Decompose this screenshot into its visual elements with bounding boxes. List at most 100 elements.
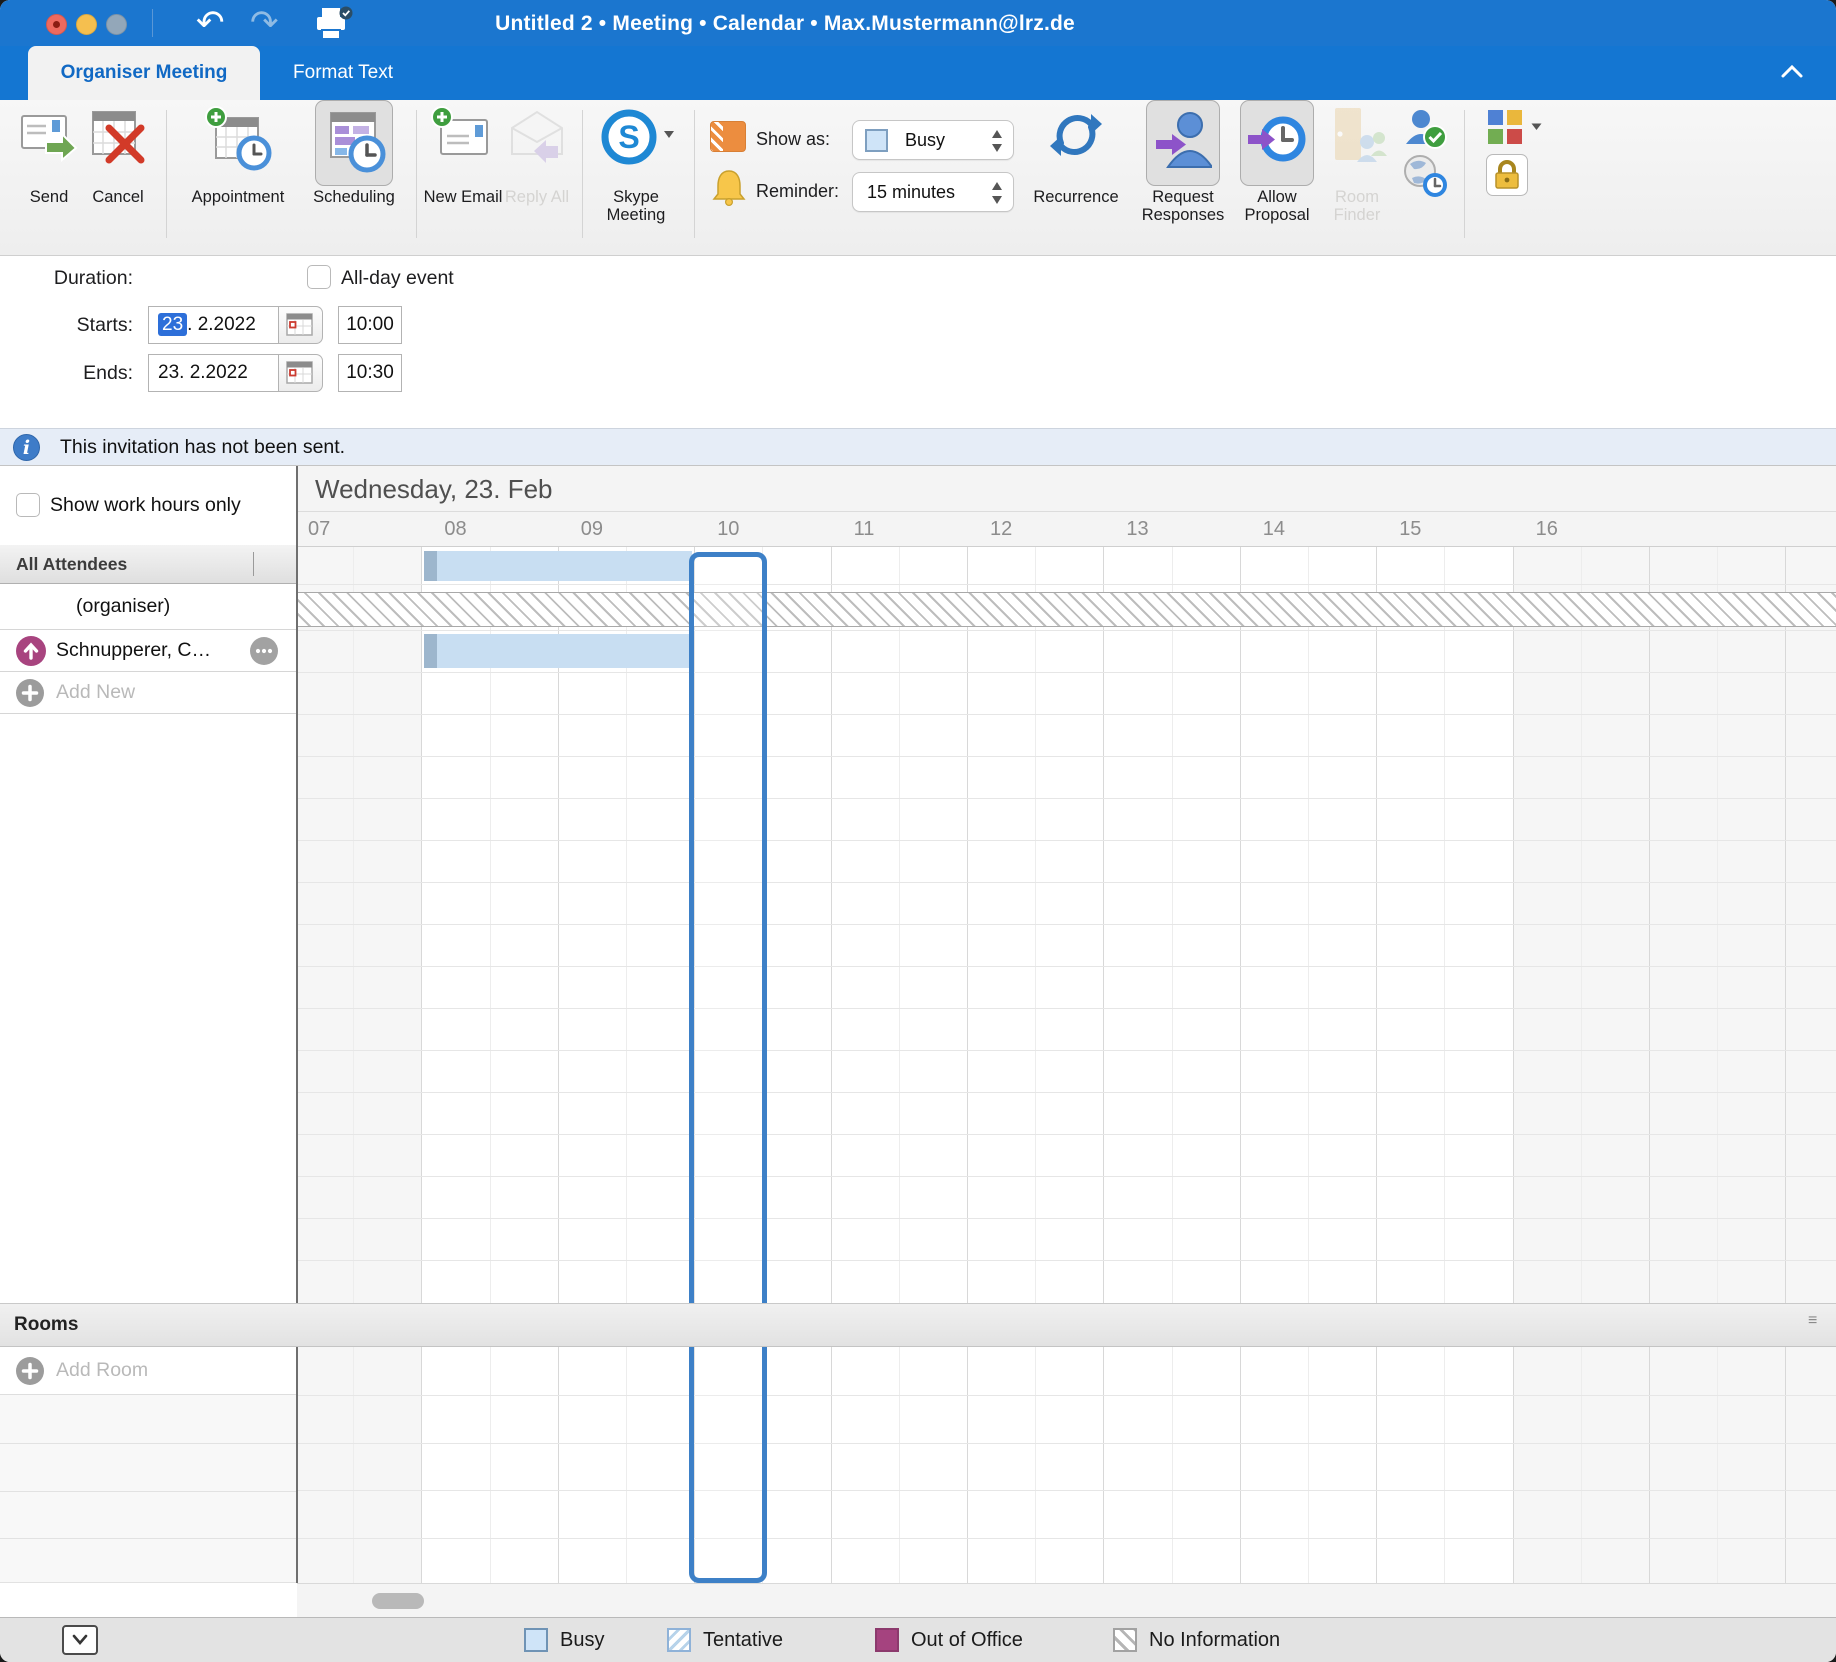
ends-time-field[interactable]: 10:30 [338,354,402,392]
scheduling-icon [321,109,387,180]
infobar-text: This invitation has not been sent. [60,429,345,466]
hour-gridline [1240,547,1241,1303]
hour-gridline [1103,547,1104,1303]
row-gridline [297,1134,1836,1135]
tab-organiser-meeting[interactable]: Organiser Meeting [28,46,260,100]
row-gridline [297,966,1836,967]
chevron-down-icon [64,1627,96,1653]
non-work-hours-shading [1513,547,1836,1303]
scrollbar-thumb[interactable] [372,1593,424,1609]
hour-gridline [558,1347,559,1583]
reminder-value: 15 minutes [867,173,955,211]
allow-proposal-button[interactable]: Allow Proposal [1238,100,1316,256]
request-responses-icon [1154,109,1212,176]
starts-time-field[interactable]: 10:00 [338,306,402,344]
titlebar: ↶ ↷ Untitled 2 • Meeting • Calendar • Ma… [0,0,1836,46]
skype-dropdown-arrow[interactable] [662,126,676,144]
add-attendee-plus-icon [16,679,44,707]
starts-day-selected: 23 [158,313,187,336]
starts-date-picker-button[interactable] [279,306,323,344]
horizontal-scrollbar[interactable] [297,1583,1836,1617]
tab-format-text[interactable]: Format Text [268,46,418,100]
starts-date-field[interactable]: 23. 2.2022 [148,306,279,344]
lock-icon [1487,155,1527,195]
add-room-row[interactable]: Add Room [0,1347,296,1395]
half-hour-gridline [1308,547,1309,1303]
legend-label: No Information [1149,1618,1280,1662]
attendee-row-organiser[interactable]: (organiser) [0,584,296,630]
categorize-grid-icon [1486,108,1524,146]
ribbon-tabbar: Organiser Meeting Format Text [0,46,1836,100]
recurrence-button[interactable]: Recurrence [1022,100,1130,256]
all-day-checkbox[interactable] [307,265,331,289]
attendee-status-icon[interactable] [1404,108,1448,157]
categorize-dropdown-arrow[interactable] [1530,118,1543,136]
no-information-band-organiser [297,592,1836,627]
send-button[interactable]: Send [16,100,82,256]
ends-date-picker-button[interactable] [279,354,323,392]
half-hour-gridline [1172,547,1173,1303]
scheduling-button[interactable]: Scheduling [302,100,406,256]
room-row-gridline [297,1395,1836,1396]
ends-date-field[interactable]: 23. 2.2022 [148,354,279,392]
request-responses-pressed-box [1146,100,1220,186]
cancel-button[interactable]: Cancel [86,100,150,256]
starts-date-rest: . 2.2022 [187,314,256,335]
request-responses-button[interactable]: Request Responses [1142,100,1224,256]
hour-axis: 07080910111213141516 [297,512,1836,547]
collapse-ribbon-button[interactable] [1778,62,1806,87]
day-header: Wednesday, 23. Feb [297,466,1836,512]
show-as-value: Busy [905,121,945,159]
ribbon-divider [1464,110,1465,238]
categorize-button[interactable] [1486,108,1524,151]
panel-grid-divider[interactable] [296,466,298,1583]
statusbar: BusyTentativeOut of OfficeNo Information [0,1617,1836,1662]
add-new-attendee-row[interactable]: Add New [0,672,296,714]
show-as-label: Show as: [756,129,830,150]
half-hour-gridline [899,1347,900,1583]
column-resize-handle[interactable] [253,552,254,576]
private-button[interactable] [1486,154,1528,196]
half-hour-gridline [490,1347,491,1583]
row-gridline [297,1092,1836,1093]
legend-label: Out of Office [911,1618,1023,1662]
attendees-panel: Show work hours only All Attendees (orga… [0,466,297,1617]
new-email-button[interactable]: New Email [428,100,498,256]
attendee-options-button[interactable] [250,637,278,665]
add-room-label: Add Room [56,1347,148,1394]
appointment-button[interactable]: Appointment [178,100,298,256]
expand-button[interactable] [62,1625,98,1655]
new-email-icon [431,106,495,171]
send-icon [18,106,80,169]
room-rows [0,1395,296,1583]
allow-proposal-icon [1247,109,1307,174]
stepper-arrows-icon[interactable] [990,180,1004,211]
time-zones-icon[interactable] [1402,154,1448,203]
selected-time-slot[interactable] [689,552,767,1583]
noinfo-legend-swatch-icon [1113,1628,1137,1652]
ribbon-divider [694,110,695,238]
room-finder-button: Room Finder [1322,100,1392,256]
ribbon-divider [166,110,167,238]
hour-label: 11 [854,512,875,546]
half-hour-gridline [1444,1347,1445,1583]
attendee-row-schnupperer[interactable]: Schnupperer, C… [0,630,296,672]
hour-label: 07 [308,512,330,546]
skype-icon: S [600,106,662,173]
reminder-select[interactable]: 15 minutes [852,172,1014,212]
skype-meeting-button[interactable]: S Skype Meeting [596,100,676,256]
stepper-arrows-icon[interactable] [990,128,1004,159]
grid-body[interactable] [297,547,1836,1583]
duration-label: Duration: [0,260,133,296]
chevron-up-icon [1778,62,1806,82]
half-hour-gridline [1717,1347,1718,1583]
row-gridline [297,1050,1836,1051]
meeting-properties: Duration: 30 minutes All-day event Start… [0,256,1836,428]
work-hours-checkbox[interactable] [16,493,40,517]
rooms-resize-grip[interactable]: ≡ [1808,1316,1826,1334]
hour-gridline [831,547,832,1303]
show-as-select[interactable]: Busy [852,120,1014,160]
row-gridline [297,1176,1836,1177]
hour-gridline [1513,1347,1514,1583]
required-attendee-icon [16,636,46,666]
